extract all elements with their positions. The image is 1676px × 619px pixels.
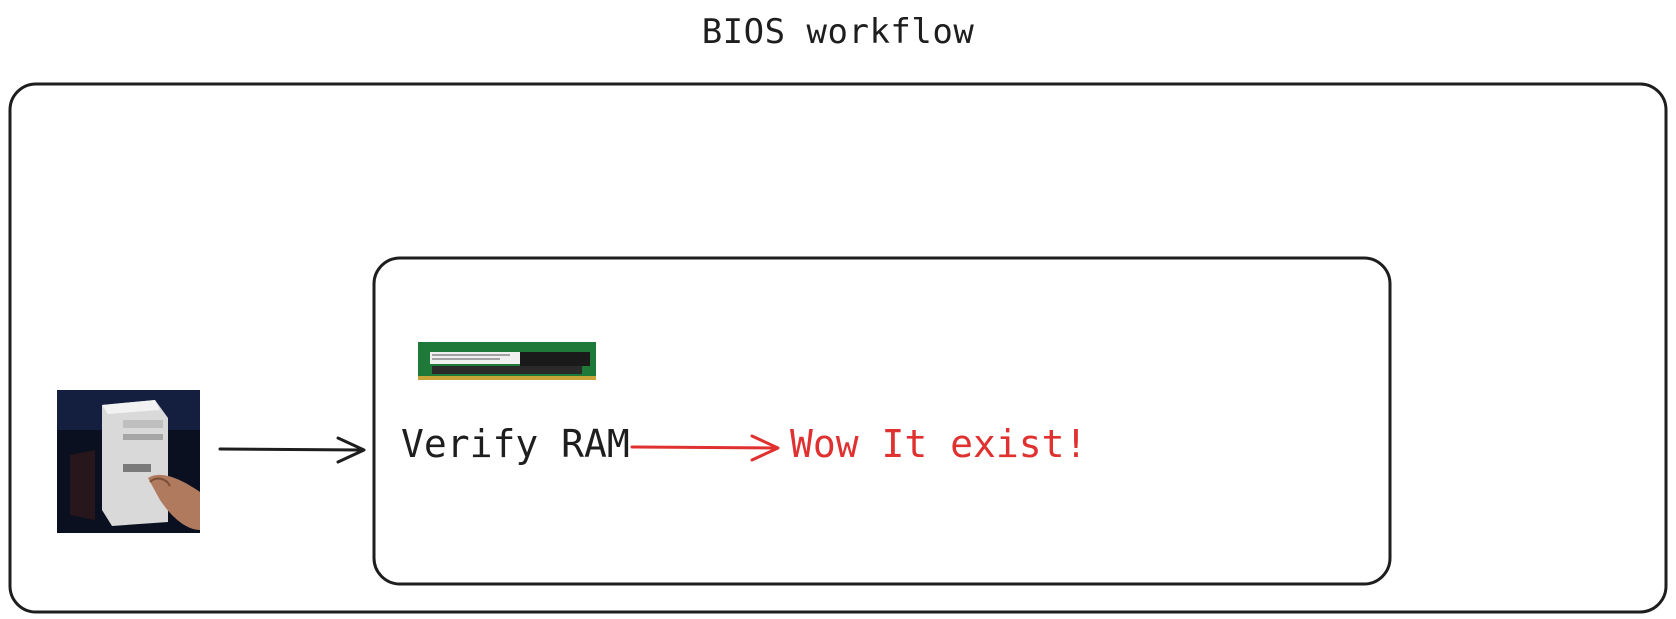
verify-ram-label: Verify RAM (401, 422, 630, 466)
diagram-canvas (8, 82, 1668, 614)
arrow-to-result (630, 434, 780, 462)
inner-container (372, 256, 1392, 586)
outer-container (8, 82, 1668, 614)
ram-module-image (418, 342, 596, 380)
result-label: Wow It exist! (790, 422, 1088, 466)
arrow-to-verify (218, 436, 366, 464)
computer-tower-image (57, 390, 200, 533)
